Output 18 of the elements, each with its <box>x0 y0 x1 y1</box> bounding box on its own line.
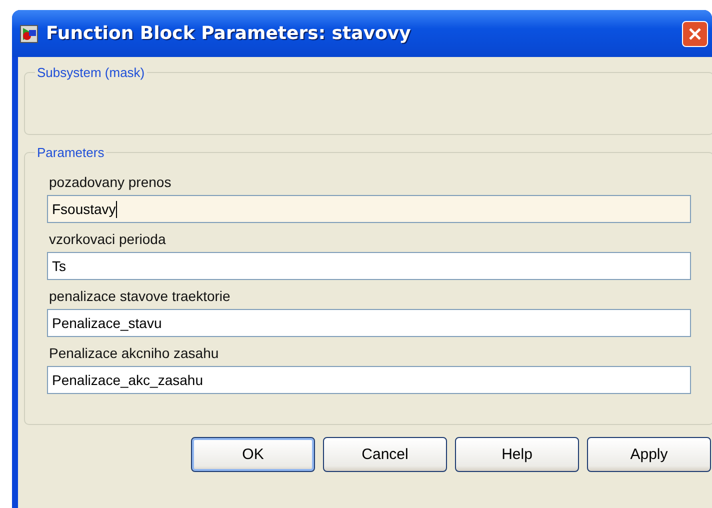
block-diagram-icon <box>20 24 38 42</box>
dialog-button[interactable]: OK <box>191 437 315 472</box>
group-label: Subsystem (mask) <box>36 65 146 80</box>
input-field[interactable]: Fsoustavy <box>47 195 691 223</box>
input-field[interactable]: Penalizace_stavu <box>47 309 691 337</box>
group-label: Parameters <box>36 145 106 160</box>
field-label: pozadovany prenos <box>49 174 172 190</box>
field-label: Penalizace akcniho zasahu <box>49 345 220 361</box>
close-button[interactable] <box>682 20 708 46</box>
field-label: penalizace stavove traektorie <box>49 288 232 304</box>
dialog-button[interactable]: Apply <box>587 437 711 472</box>
dialog-button[interactable]: Help <box>455 437 579 472</box>
window-title: Function Block Parameters: stavovy <box>46 23 411 44</box>
input-field[interactable]: Ts <box>47 252 691 280</box>
close-icon <box>687 26 703 42</box>
input-field[interactable]: Penalizace_akc_zasahu <box>47 366 691 394</box>
field-label: vzorkovaci perioda <box>49 231 167 247</box>
dialog-button[interactable]: Cancel <box>323 437 447 472</box>
